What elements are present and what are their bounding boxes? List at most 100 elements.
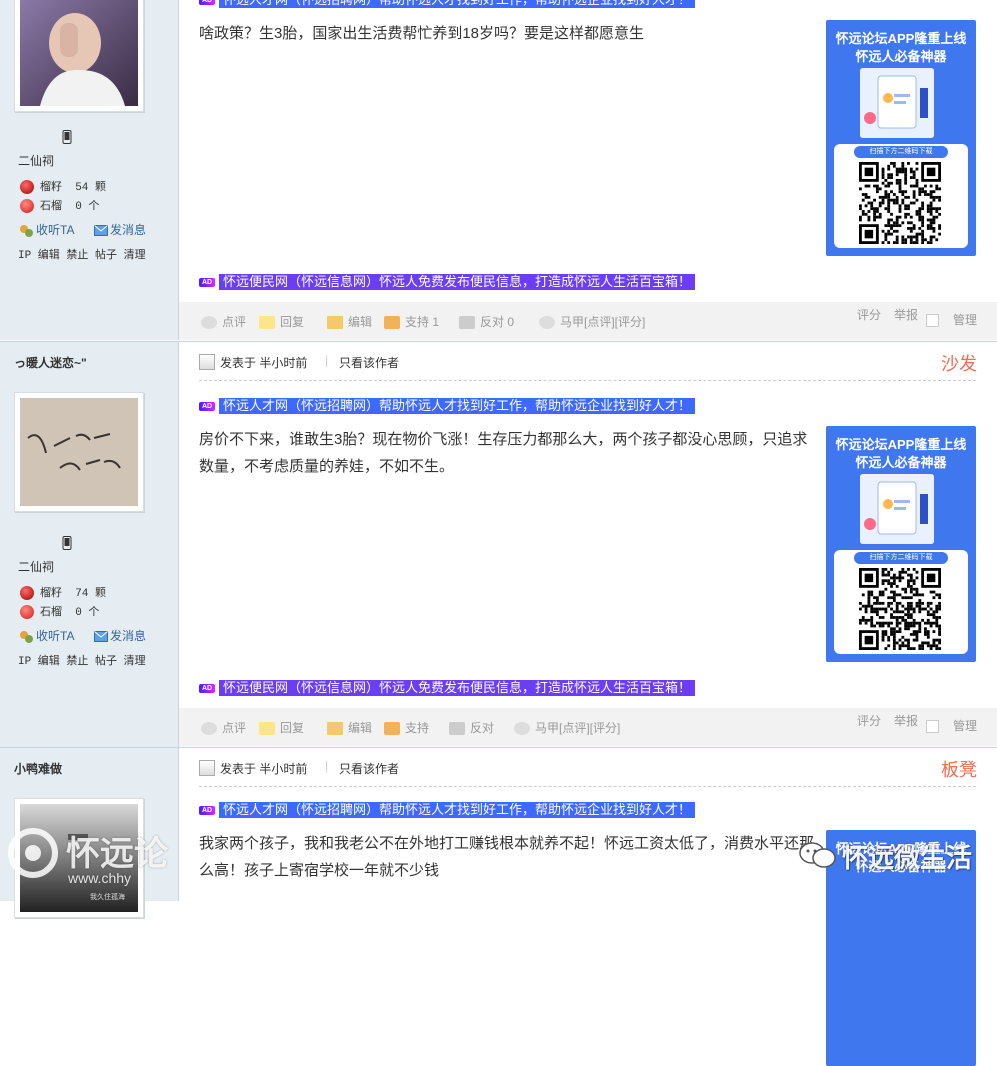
post-content: AD 怀远人才网（怀远招聘网）帮助怀远人才找到好工作，帮助怀远企业找到好人才！ 啥… <box>179 0 997 340</box>
ad-banner-top[interactable]: AD 怀远人才网（怀远招聘网）帮助怀远人才找到好工作，帮助怀远企业找到好人才！ <box>199 398 696 415</box>
ad-text[interactable]: 怀远人才网（怀远招聘网）帮助怀远人才找到好工作，帮助怀远企业找到好人才！ <box>219 802 696 818</box>
app-promo[interactable]: 怀远论坛APP隆重上线 怀远人必备神器 扫描下方二维码下载 <box>826 426 976 662</box>
message-link[interactable]: 发消息 <box>94 627 146 644</box>
post-meta: 发表于 半小时前 | 只看该作者 <box>199 758 976 787</box>
stat-unit: 个 <box>88 201 100 213</box>
only-author-link[interactable]: 只看该作者 <box>339 760 399 777</box>
admin-tools[interactable]: IP 编辑 禁止 帖子 清理 <box>18 652 146 668</box>
follow-label: 收听TA <box>36 629 75 643</box>
site-logo-icon <box>8 828 58 878</box>
post-meta: 发表于 半小时前 | 只看该作者 <box>199 352 976 381</box>
follow-link[interactable]: 收听TA <box>18 221 74 238</box>
stat-value: 74 <box>75 588 89 600</box>
post-1: 二仙祠 榴籽 54 颗 石榴 0 个 收听TA 发消息 IP 编辑 禁止 帖子 … <box>0 0 997 340</box>
phone-illustration-icon <box>860 68 934 138</box>
manage-checkbox[interactable] <box>925 720 939 734</box>
ad-banner-bottom[interactable]: AD 怀远便民网（怀远信息网）怀远人免费发布便民信息，打造成怀远人生活百宝箱！ <box>199 680 696 697</box>
alias-icon <box>514 722 530 736</box>
promo-subtitle: 怀远人必备神器 <box>855 49 947 64</box>
manage-label: 管理 <box>952 313 977 327</box>
mobile-icon <box>62 130 72 144</box>
manage-control[interactable]: 管理 <box>925 311 977 328</box>
manage-checkbox[interactable] <box>925 314 939 328</box>
stat-label: 石榴 <box>40 607 62 619</box>
pomegranate-seed-icon <box>20 180 34 195</box>
scan-hint: 扫描下方二维码下载 <box>854 146 948 158</box>
reply-button[interactable]: 回复 <box>259 719 304 736</box>
rate-link[interactable]: 评分 <box>857 306 881 323</box>
report-link[interactable]: 举报 <box>894 306 918 323</box>
message-link[interactable]: 发消息 <box>94 221 146 238</box>
action-label: 反对 <box>480 315 505 329</box>
admin-tools[interactable]: IP 编辑 禁止 帖子 清理 <box>18 246 146 262</box>
stat-label: 榴籽 <box>40 588 62 600</box>
ad-text[interactable]: 怀远便民网（怀远信息网）怀远人免费发布便民信息，打造成怀远人生活百宝箱！ <box>219 680 696 696</box>
avatar[interactable] <box>14 0 144 112</box>
floor-label[interactable]: 板凳 <box>941 756 977 782</box>
follow-icon <box>20 630 33 643</box>
action-label: 支持 <box>405 721 430 735</box>
action-label: 回复 <box>280 721 305 735</box>
thumb-down-icon <box>449 722 465 736</box>
edit-button[interactable]: 编辑 <box>327 313 372 330</box>
promo-title: 怀远论坛APP隆重上线 <box>835 437 967 452</box>
app-promo[interactable]: 怀远论坛APP隆重上线 怀远人必备神器 扫描下方二维码下载 <box>826 20 976 256</box>
avatar[interactable] <box>14 392 144 512</box>
avatar-image <box>20 0 138 106</box>
post-meta-icon <box>199 354 215 370</box>
ad-text[interactable]: 怀远人才网（怀远招聘网）帮助怀远人才找到好工作，帮助怀远企业找到好人才！ <box>219 0 696 8</box>
watermark-account: 怀远微生活 <box>842 843 973 873</box>
thumb-down-icon <box>459 316 475 330</box>
post-actions: 点评 回复 编辑 支持 反对 马甲[点评][评分] 评分 举报 管理 <box>179 708 997 746</box>
support-button[interactable]: 支持 <box>384 719 429 736</box>
ad-banner-top[interactable]: AD 怀远人才网（怀远招聘网）帮助怀远人才找到好工作，帮助怀远企业找到好人才！ <box>199 802 696 819</box>
edit-button[interactable]: 编辑 <box>327 719 372 736</box>
username[interactable]: っ暖人迷恋~" <box>14 354 87 371</box>
qr-code-icon[interactable] <box>859 162 941 244</box>
post-time: 发表于 半小时前 <box>220 356 308 370</box>
stat-unit: 颗 <box>95 182 107 194</box>
action-label: 编辑 <box>348 315 373 329</box>
avatar-image <box>20 398 138 506</box>
ad-text[interactable]: 怀远人才网（怀远招聘网）帮助怀远人才找到好工作，帮助怀远企业找到好人才！ <box>219 398 696 414</box>
post-message: 啥政策？生3胎，国家出生活费帮忙养到18岁吗？要是这样都愿意生 <box>199 25 645 42</box>
qr-code-icon[interactable] <box>859 568 941 650</box>
comment-button[interactable]: 点评 <box>201 719 246 736</box>
floor-label[interactable]: 沙发 <box>941 350 977 376</box>
support-button[interactable]: 支持 1 <box>384 313 439 330</box>
ad-banner-top[interactable]: AD 怀远人才网（怀远招聘网）帮助怀远人才找到好工作，帮助怀远企业找到好人才！ <box>199 0 696 9</box>
action-label: 支持 <box>405 315 430 329</box>
reply-button[interactable]: 回复 <box>259 313 304 330</box>
post-actions: 点评 回复 编辑 支持 1 反对 0 马甲[点评][评分] 评分 举报 管理 <box>179 302 997 340</box>
ad-banner-bottom[interactable]: AD 怀远便民网（怀远信息网）怀远人免费发布便民信息，打造成怀远人生活百宝箱！ <box>199 274 696 291</box>
stat-unit: 个 <box>88 607 100 619</box>
oppose-button[interactable]: 反对 0 <box>459 313 514 330</box>
comment-button[interactable]: 点评 <box>201 313 246 330</box>
follow-icon <box>20 224 33 237</box>
site-watermark: 怀远论 www.chhy <box>8 820 188 900</box>
action-label: 点评 <box>222 315 247 329</box>
action-label: 马甲[点评][评分] <box>560 315 646 329</box>
rate-link[interactable]: 评分 <box>857 712 881 729</box>
only-author-link[interactable]: 只看该作者 <box>339 354 399 371</box>
action-label: 回复 <box>280 315 305 329</box>
manage-control[interactable]: 管理 <box>925 717 977 734</box>
pencil-icon <box>327 316 343 330</box>
message-label: 发消息 <box>110 629 147 643</box>
alias-button[interactable]: 马甲[点评][评分] <box>539 313 645 330</box>
alias-button[interactable]: 马甲[点评][评分] <box>514 719 620 736</box>
wechat-watermark: 怀远微生活 <box>798 830 988 880</box>
ad-text[interactable]: 怀远便民网（怀远信息网）怀远人免费发布便民信息，打造成怀远人生活百宝箱！ <box>219 274 696 290</box>
ad-badge-icon: AD <box>199 683 215 693</box>
post-time: 发表于 半小时前 <box>220 762 308 776</box>
stat-value: 54 <box>75 182 89 194</box>
post-meta-icon <box>199 760 215 776</box>
username[interactable]: 小鸭难做 <box>14 760 62 777</box>
envelope-icon <box>94 225 108 237</box>
mobile-icon <box>62 536 72 550</box>
follow-link[interactable]: 收听TA <box>18 627 74 644</box>
report-link[interactable]: 举报 <box>894 712 918 729</box>
oppose-button[interactable]: 反对 <box>449 719 494 736</box>
ad-badge-icon: AD <box>199 805 215 815</box>
ad-badge-icon: AD <box>199 277 215 287</box>
